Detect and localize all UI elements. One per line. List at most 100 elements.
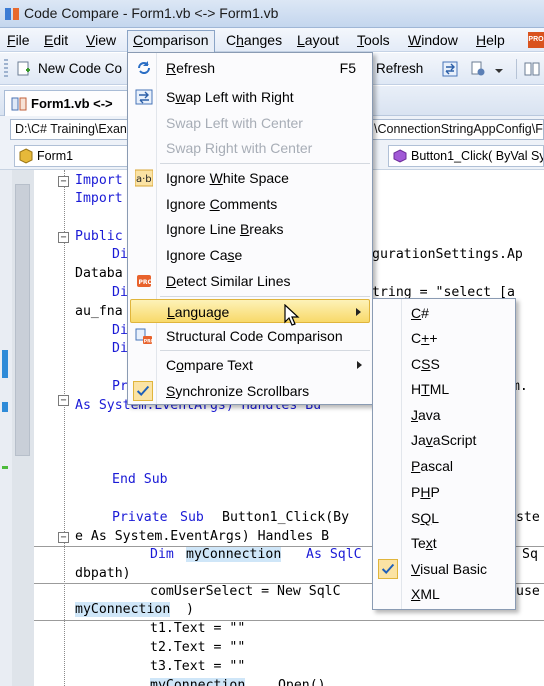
tab-form1-compare[interactable]: Form1.vb <-> bbox=[4, 90, 130, 116]
menu-item-label: Pascal bbox=[411, 458, 454, 474]
code-line: Sq bbox=[522, 547, 538, 562]
refresh-button[interactable]: Refresh bbox=[376, 58, 423, 80]
settings-icon[interactable] bbox=[470, 61, 486, 77]
swap-icon bbox=[135, 89, 153, 105]
change-marker-gutter bbox=[0, 170, 12, 686]
menu-item-label: Refresh bbox=[166, 60, 216, 76]
scrollbar-thumb[interactable] bbox=[15, 184, 30, 456]
file-compare-icon bbox=[11, 97, 27, 111]
code-line: t1.Text = "" bbox=[150, 621, 246, 636]
code-line: ) bbox=[186, 602, 194, 617]
code-line: dbpath) bbox=[75, 566, 131, 581]
chevron-down-icon[interactable] bbox=[494, 63, 504, 79]
menu-item-label: C# bbox=[411, 305, 429, 321]
language-submenu: C# C++ CSS HTML Java JavaScript Pascal P… bbox=[372, 298, 516, 610]
menu-edit[interactable]: Edit bbox=[39, 31, 73, 50]
language-item-sql[interactable]: SQL bbox=[375, 506, 513, 530]
menu-item-detect-similar-lines[interactable]: PRO Detect Similar Lines bbox=[130, 269, 370, 293]
title-bar: Code Compare - Form1.vb <-> Form1.vb bbox=[0, 0, 544, 28]
vertical-scrollbar[interactable] bbox=[12, 170, 34, 686]
menu-view[interactable]: View bbox=[81, 31, 121, 50]
menu-item-compare-text[interactable]: Compare Text bbox=[130, 353, 370, 377]
swap-icon[interactable] bbox=[442, 61, 458, 77]
comparison-menu: Refresh F5 Swap Left with Right Swap Left… bbox=[127, 52, 373, 405]
right-member-label: Button1_Click( ByVal Sy bbox=[411, 149, 544, 163]
fold-toggle[interactable]: − bbox=[58, 232, 69, 243]
menu-item-ignore-comments[interactable]: Ignore Comments bbox=[130, 192, 370, 216]
menu-item-label: Structural Code Comparison bbox=[166, 328, 343, 344]
code-line: Di bbox=[112, 323, 128, 338]
menu-label: Comparison bbox=[133, 32, 209, 48]
left-type-label: Form1 bbox=[37, 149, 74, 163]
code-keyword: Dim bbox=[150, 547, 174, 562]
language-item-csharp[interactable]: C# bbox=[375, 301, 513, 325]
shortcut-label: F5 bbox=[339, 60, 356, 76]
code-line: Pr bbox=[112, 379, 128, 394]
fold-toggle[interactable]: − bbox=[58, 395, 69, 406]
code-line-end-sub: End Sub bbox=[112, 472, 168, 487]
submenu-arrow-icon bbox=[357, 361, 362, 369]
fold-guide bbox=[64, 170, 65, 686]
compare-icon[interactable] bbox=[524, 61, 540, 77]
fold-toggle[interactable]: − bbox=[58, 532, 69, 543]
menu-help[interactable]: Help bbox=[471, 31, 510, 50]
menu-changes[interactable]: Changes bbox=[221, 31, 287, 50]
app-icon bbox=[5, 8, 19, 20]
language-item-cpp[interactable]: C++ bbox=[375, 326, 513, 350]
fold-toggle[interactable]: − bbox=[58, 176, 69, 187]
diff-separator bbox=[34, 620, 544, 621]
language-item-javascript[interactable]: JavaScript bbox=[375, 428, 513, 452]
language-item-java[interactable]: Java bbox=[375, 403, 513, 427]
menu-item-label: SQL bbox=[411, 510, 440, 526]
menu-item-ignore-white-space[interactable]: a·b Ignore White Space bbox=[130, 166, 370, 190]
menu-item-label: Ignore White Space bbox=[166, 170, 289, 186]
menu-item-label: Ignore Comments bbox=[166, 196, 278, 212]
code-highlight: myConnection bbox=[186, 547, 282, 562]
language-item-pascal[interactable]: Pascal bbox=[375, 454, 513, 478]
menu-item-ignore-case[interactable]: Ignore Case bbox=[130, 243, 370, 267]
language-item-html[interactable]: HTML bbox=[375, 377, 513, 401]
code-line: Di bbox=[112, 285, 128, 300]
left-path-field[interactable]: D:\C# Training\Exan bbox=[10, 119, 128, 140]
menu-item-label: Swap Left with Center bbox=[166, 115, 303, 131]
toolbar-grip[interactable] bbox=[4, 59, 8, 79]
code-line: t2.Text = "" bbox=[150, 640, 246, 655]
menu-item-label: C++ bbox=[411, 330, 438, 346]
code-keyword: Sub bbox=[180, 510, 204, 525]
menu-item-swap-left-right[interactable]: Swap Left with Right bbox=[130, 85, 370, 109]
menu-item-label: Swap Left with Right bbox=[166, 89, 294, 105]
language-item-xml[interactable]: XML bbox=[375, 582, 513, 606]
language-item-visual-basic[interactable]: Visual Basic bbox=[375, 557, 513, 581]
menu-file[interactable]: File bbox=[2, 31, 35, 50]
menu-item-synchronize-scrollbars[interactable]: Synchronize Scrollbars bbox=[130, 379, 370, 403]
menu-item-language[interactable]: Language bbox=[130, 299, 370, 323]
checkmark-icon bbox=[378, 559, 398, 579]
menu-layout[interactable]: Layout bbox=[292, 31, 344, 50]
menu-item-label: Text bbox=[411, 535, 437, 551]
code-line: .Open() bbox=[270, 678, 326, 686]
language-item-css[interactable]: CSS bbox=[375, 352, 513, 376]
menu-item-label: Compare Text bbox=[166, 357, 253, 373]
menu-item-structural-comparison[interactable]: PRO Structural Code Comparison bbox=[130, 324, 370, 348]
menu-item-ignore-line-breaks[interactable]: Ignore Line Breaks bbox=[130, 217, 370, 241]
right-member-selector[interactable]: Button1_Click( ByVal Sy bbox=[388, 145, 544, 167]
menu-item-label: Language bbox=[167, 304, 230, 320]
left-type-selector[interactable]: Form1 bbox=[14, 145, 128, 167]
menu-label: Help bbox=[476, 32, 505, 48]
menu-window[interactable]: Window bbox=[403, 31, 463, 50]
menu-item-swap-right-center[interactable]: Swap Right with Center bbox=[130, 136, 370, 160]
change-marker-added bbox=[2, 466, 8, 469]
menu-item-swap-left-center[interactable]: Swap Left with Center bbox=[130, 111, 370, 135]
menu-tools[interactable]: Tools bbox=[352, 31, 395, 50]
language-item-php[interactable]: PHP bbox=[375, 480, 513, 504]
menu-item-refresh[interactable]: Refresh F5 bbox=[130, 56, 370, 80]
right-path-field[interactable]: \ConnectionStringAppConfig\Fo bbox=[370, 119, 544, 140]
pro-badge-icon: PRO bbox=[528, 32, 544, 48]
submenu-arrow-icon bbox=[356, 308, 361, 316]
language-item-text[interactable]: Text bbox=[375, 531, 513, 555]
menu-item-label: Java bbox=[411, 407, 441, 423]
menu-separator bbox=[160, 350, 370, 351]
toolbar-divider bbox=[516, 59, 517, 79]
menu-comparison[interactable]: Comparison bbox=[127, 30, 215, 52]
new-code-compare-button[interactable]: New Code Co bbox=[38, 58, 122, 80]
